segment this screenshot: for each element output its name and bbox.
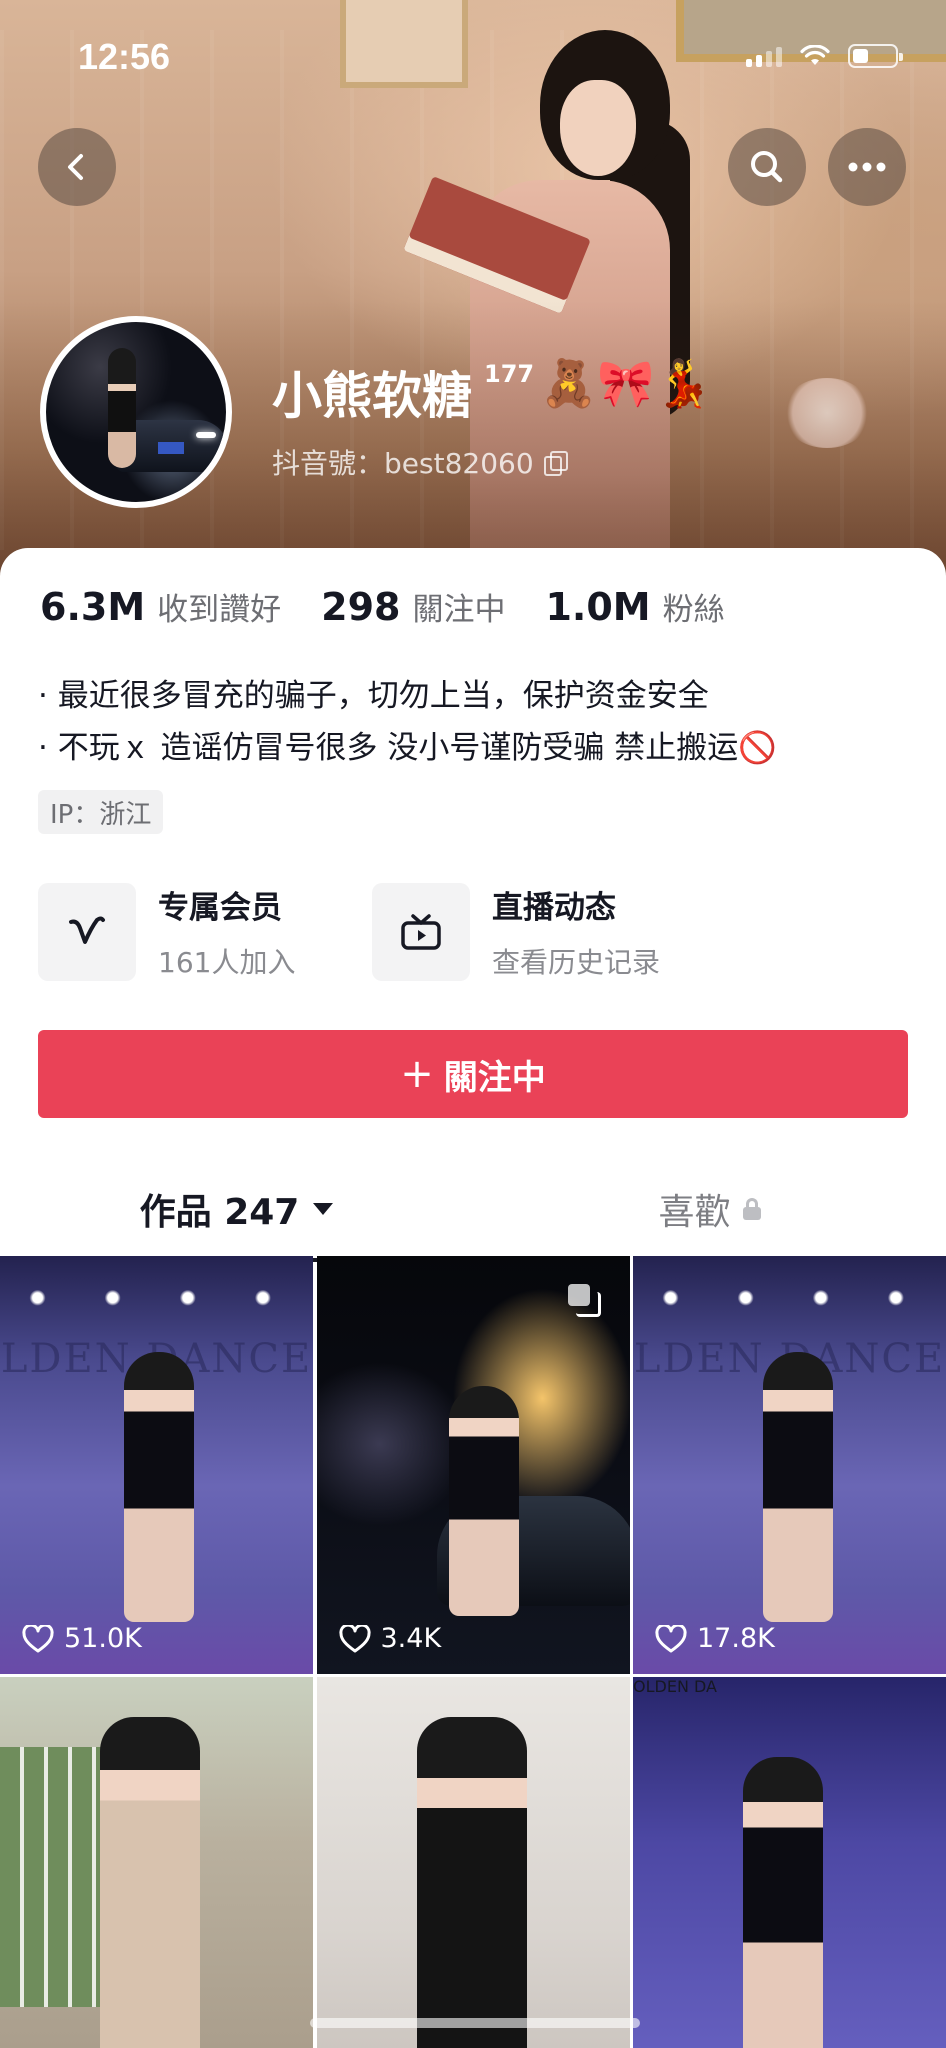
profile-name-text: 小熊软糖 (272, 367, 472, 425)
dancer-figure (763, 1352, 833, 1622)
status-time: 12:56 (78, 36, 171, 77)
stat-label: 收到讚好 (157, 592, 282, 628)
plus-icon: + (400, 1051, 434, 1097)
bio: · 最近很多冒充的骗子，切勿上当，保护资金安全 · 不玩ｘ 造谣仿冒号很多 没小… (38, 670, 777, 774)
live-history-entry[interactable]: 直播动态 查看历史记录 (372, 882, 660, 981)
avatar[interactable] (40, 316, 232, 508)
stat-following[interactable]: 298 關注中 (321, 584, 505, 629)
dancer-figure (124, 1352, 194, 1622)
battery-icon (848, 44, 903, 68)
video-thumbnail[interactable]: OLDEN DA (633, 1677, 946, 2048)
stat-label: 粉絲 (662, 592, 725, 628)
video-thumbnail[interactable] (316, 1677, 630, 2048)
member-subtitle: 161人加入 (158, 946, 296, 979)
tab-works-label: 作品 247 (139, 1192, 300, 1233)
signal-icon (746, 45, 782, 67)
status-indicators (746, 44, 903, 68)
following-button-label: 關注中 (443, 1057, 546, 1098)
stat-likes[interactable]: 6.3M 收到讚好 (40, 584, 281, 629)
home-indicator[interactable] (310, 2018, 640, 2028)
dancer-figure (743, 1757, 823, 2048)
lock-icon (742, 1198, 761, 1220)
bio-line: · 不玩ｘ 造谣仿冒号很多 没小号谨防受骗 禁止搬运🚫 (38, 730, 777, 766)
stat-value: 6.3M (40, 585, 146, 629)
back-button[interactable] (38, 128, 116, 206)
level-badge: 177 (484, 360, 535, 388)
wall-text: OLDEN DA (633, 1677, 717, 1696)
like-count: 51.0K (22, 1623, 142, 1654)
profile-name: 小熊软糖 177 🧸🎀💃 (272, 356, 712, 428)
ip-location-tag: IP：浙江 (38, 790, 164, 834)
name-emoji: 🧸🎀💃 (540, 356, 712, 410)
wifi-icon (800, 45, 830, 65)
exclusive-member-entry[interactable]: 专属会员 161人加入 (38, 882, 295, 981)
model-figure (416, 1717, 527, 2048)
cover-picture-frame (340, 0, 468, 88)
more-icon (848, 162, 886, 172)
profile-cover (0, 0, 946, 600)
live-subtitle: 查看历史记录 (492, 946, 661, 979)
stats-row: 6.3M 收到讚好 298 關注中 1.0M 粉絲 (40, 584, 765, 629)
caret-down-icon[interactable] (313, 1203, 334, 1215)
douyin-id[interactable]: 抖音號：best82060 (272, 442, 568, 482)
more-button[interactable] (828, 128, 906, 206)
tab-works[interactable]: 作品 247 (0, 1158, 473, 1260)
stat-value: 1.0M (545, 585, 651, 629)
heart-icon (655, 1624, 687, 1652)
live-title: 直播动态 (492, 890, 616, 926)
window-shape (0, 1747, 110, 2007)
live-tv-icon (401, 913, 441, 950)
live-tile (372, 882, 470, 981)
heart-icon (338, 1624, 371, 1652)
like-count-text: 17.8K (697, 1623, 775, 1654)
tab-likes[interactable]: 喜歡 (473, 1158, 946, 1260)
bio-line: · 最近很多冒充的骗子，切勿上当，保护资金安全 (38, 678, 709, 714)
like-count-text: 51.0K (64, 1623, 142, 1654)
cover-figure-face (560, 80, 636, 176)
heart-icon (22, 1624, 54, 1652)
model-figure (448, 1386, 519, 1616)
member-title: 专属会员 (158, 890, 282, 926)
video-grid: LDEN DANCE 51.0K 3.4K LDEN DANCE 17.8K O… (0, 1256, 946, 2048)
following-button[interactable]: + 關注中 (38, 1030, 908, 1118)
like-count: 17.8K (655, 1623, 775, 1654)
video-thumbnail[interactable]: 3.4K (316, 1256, 630, 1674)
copy-icon[interactable] (543, 451, 568, 476)
content-tabs: 作品 247 喜歡 (0, 1158, 946, 1264)
video-thumbnail[interactable]: LDEN DANCE 17.8K (633, 1256, 946, 1674)
member-tile (38, 882, 136, 981)
multi-image-icon (567, 1284, 601, 1317)
tab-likes-label: 喜歡 (658, 1192, 731, 1233)
back-icon (68, 154, 83, 180)
model-figure (100, 1717, 200, 2048)
member-v-icon (69, 916, 105, 944)
video-thumbnail[interactable] (0, 1677, 313, 2048)
search-button[interactable] (728, 128, 806, 206)
stat-followers[interactable]: 1.0M 粉絲 (545, 584, 724, 629)
like-count: 3.4K (338, 1623, 442, 1654)
stat-value: 298 (321, 585, 401, 629)
search-icon (751, 151, 783, 183)
like-count-text: 3.4K (380, 1623, 442, 1654)
stat-label: 關注中 (412, 592, 506, 628)
douyin-id-text: 抖音號：best82060 (272, 447, 534, 480)
video-thumbnail[interactable]: LDEN DANCE 51.0K (0, 1256, 313, 1674)
